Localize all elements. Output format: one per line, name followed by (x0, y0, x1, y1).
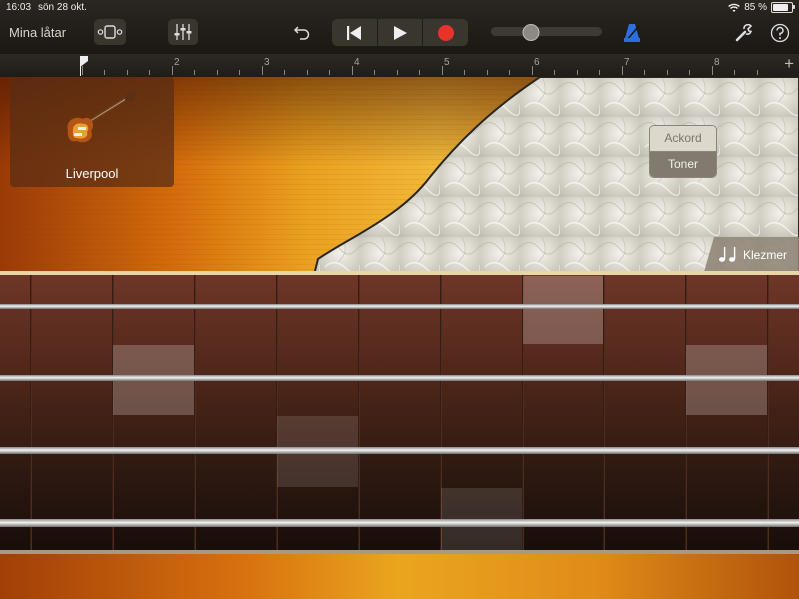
toolbar: 16:03 sön 28 okt. 85 % Mina låtar (0, 0, 799, 54)
chords-mode-button[interactable]: Ackord (650, 126, 716, 152)
view-browser-button[interactable] (94, 19, 126, 45)
notes-mode-button[interactable]: Toner (650, 152, 716, 177)
ruler-bar-number: 3 (264, 57, 270, 68)
instrument-selector[interactable]: Liverpool (10, 77, 174, 187)
bass-guitar-icon (67, 93, 134, 143)
my-songs-button[interactable]: Mina låtar (9, 25, 66, 40)
string-4[interactable] (0, 519, 799, 527)
note-highlight (523, 276, 603, 344)
ruler-bar-number: 6 (534, 57, 540, 68)
instrument-name: Liverpool (65, 166, 119, 181)
mixer-button[interactable] (168, 19, 198, 45)
battery-percent: 85 % (744, 2, 767, 13)
metronome-icon[interactable] (623, 23, 641, 43)
ruler-bar-number: 2 (174, 57, 180, 68)
record-icon (437, 24, 454, 41)
ruler-bar-number: 7 (624, 57, 630, 68)
play-button[interactable] (378, 19, 424, 46)
string-1[interactable] (0, 304, 799, 309)
guitar-body-lower (0, 554, 799, 599)
ruler-bar-number: 4 (354, 57, 360, 68)
undo-icon[interactable] (293, 24, 311, 40)
master-volume-slider[interactable] (491, 24, 602, 41)
wrench-icon[interactable] (735, 24, 753, 42)
record-button[interactable] (423, 19, 468, 46)
go-to-start-icon (347, 25, 362, 40)
wifi-icon (728, 3, 741, 12)
play-icon (394, 25, 407, 40)
transport-controls (332, 19, 468, 46)
volume-slider-knob[interactable] (522, 24, 540, 41)
timeline-ruler[interactable]: 2 3 4 5 6 7 8 + (0, 54, 799, 78)
style-button[interactable]: Klezmer (704, 237, 799, 272)
ruler-bar-number: 8 (714, 57, 720, 68)
ruler-bar-number: 5 (444, 57, 450, 68)
string-3[interactable] (0, 447, 799, 454)
style-label: Klezmer (743, 248, 788, 262)
battery-icon (771, 2, 795, 13)
mixer-icon (174, 24, 192, 40)
status-bar: 16:03 sön 28 okt. 85 % (0, 2, 799, 16)
mode-switch: Ackord Toner (649, 125, 717, 178)
music-notes-icon (719, 247, 736, 262)
playhead[interactable] (80, 56, 89, 76)
help-icon[interactable] (770, 23, 790, 43)
status-date: sön 28 okt. (38, 2, 87, 13)
fretboard[interactable] (0, 271, 799, 556)
go-to-start-button[interactable] (332, 19, 378, 46)
add-section-button[interactable]: + (784, 54, 794, 74)
status-time: 16:03 (6, 2, 32, 13)
view-browser-icon (97, 25, 123, 39)
string-2[interactable] (0, 375, 799, 381)
battery-level (773, 4, 789, 11)
